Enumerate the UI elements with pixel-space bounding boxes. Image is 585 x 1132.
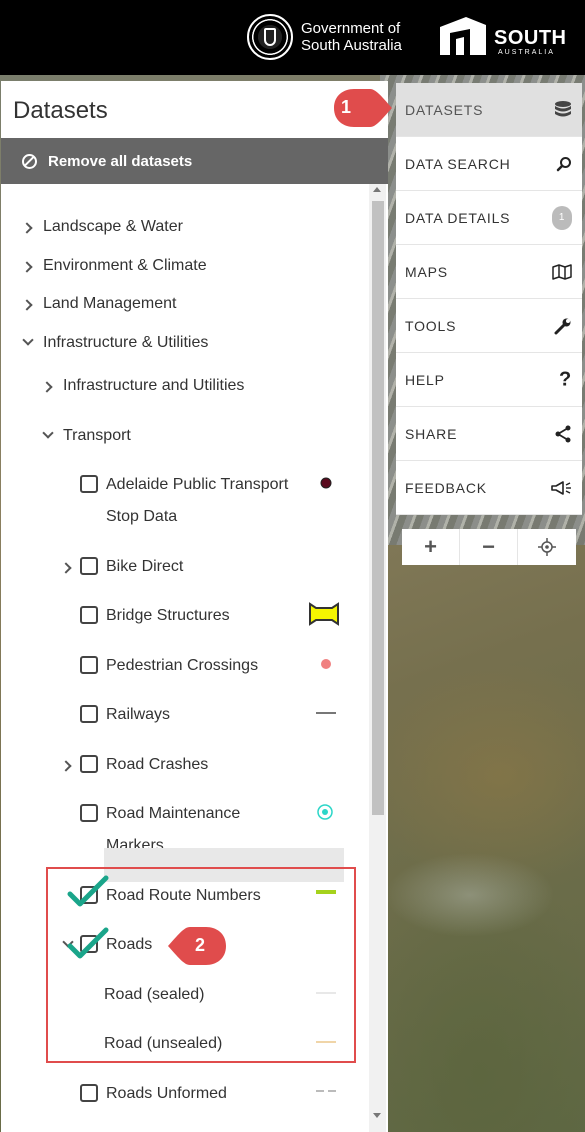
nav-maps-label: MAPS: [405, 263, 448, 280]
panel-title: Datasets: [13, 97, 108, 124]
layer-bridge-structures[interactable]: Bridge Structures: [106, 607, 230, 625]
ban-icon: [22, 153, 37, 169]
layer-roads-unformed[interactable]: Roads Unformed: [106, 1085, 227, 1103]
nav-share[interactable]: SHARE: [396, 407, 582, 461]
scrollbar-thumb[interactable]: [372, 201, 384, 815]
map-icon: [552, 263, 572, 280]
layer-adelaide-public-transport-line2[interactable]: Stop Data: [106, 508, 177, 526]
layer-checkbox[interactable]: [80, 804, 98, 822]
crosshair-icon: [538, 538, 556, 556]
layer-pedestrian-crossings[interactable]: Pedestrian Crossings: [106, 657, 258, 675]
layer-checkbox[interactable]: [80, 557, 98, 575]
scroll-down-arrow-icon[interactable]: [373, 1113, 381, 1118]
layer-checkbox[interactable]: [80, 475, 98, 493]
nav-data-search[interactable]: DATA SEARCH: [396, 137, 582, 191]
nav-tools[interactable]: TOOLS: [396, 299, 582, 353]
layer-checkbox[interactable]: [80, 656, 98, 674]
zoom-out-button[interactable]: −: [460, 529, 518, 565]
layer-railways[interactable]: Railways: [106, 706, 170, 724]
government-seal-logo: [247, 14, 293, 60]
gov-line-2: South Australia: [301, 37, 402, 54]
brand-text: SOUTH: [494, 27, 567, 49]
nav-data-search-label: DATA SEARCH: [405, 155, 511, 172]
zoom-controls: + −: [402, 529, 576, 565]
wrench-icon: [554, 318, 571, 334]
checkmark-icon: [67, 875, 109, 907]
callout-2-number: 2: [194, 935, 205, 955]
checkmark-icon: [67, 927, 109, 959]
nav-help[interactable]: HELP ?: [396, 353, 582, 407]
search-icon: [556, 156, 571, 171]
dashed-line-legend-icon: [316, 1090, 336, 1092]
nav-feedback[interactable]: FEEDBACK: [396, 461, 582, 515]
south-australia-logo: SOUTH AUSTRALIA: [436, 15, 576, 61]
layer-checkbox[interactable]: [80, 606, 98, 624]
side-nav-menu: DATASETS DATA SEARCH DATA DETAILS 1 MAPS…: [396, 83, 582, 515]
dot-legend-icon: [320, 477, 332, 489]
pink-dot-legend-icon: [321, 659, 331, 669]
bridge-legend-icon: [309, 602, 339, 626]
callout-1-number: 1: [340, 97, 351, 117]
subcategory-transport[interactable]: Transport: [63, 427, 131, 445]
category-landscape-water[interactable]: Landscape & Water: [43, 218, 183, 236]
remove-all-datasets-button[interactable]: Remove all datasets: [1, 138, 388, 184]
question-icon: ?: [558, 368, 572, 390]
locate-button[interactable]: [518, 529, 576, 565]
sa-brand-mark-icon: [440, 17, 486, 55]
nav-tools-label: TOOLS: [405, 317, 457, 334]
nav-datasets[interactable]: DATASETS: [396, 83, 582, 137]
layer-road-crashes[interactable]: Road Crashes: [106, 756, 208, 774]
top-header: Government of South Australia SOUTH AUST…: [0, 0, 585, 75]
layer-checkbox[interactable]: [80, 755, 98, 773]
nav-datasets-label: DATASETS: [405, 101, 484, 118]
scroll-up-arrow-icon[interactable]: [373, 187, 381, 192]
megaphone-icon: [551, 480, 571, 495]
category-land-management[interactable]: Land Management: [43, 295, 176, 313]
layer-road-maintenance-markers[interactable]: Road Maintenance: [106, 805, 240, 823]
nav-data-details-label: DATA DETAILS: [405, 209, 511, 226]
zoom-in-button[interactable]: +: [402, 529, 460, 565]
target-legend-icon: [317, 804, 333, 820]
share-icon: [555, 425, 571, 442]
line-legend-icon: [316, 712, 336, 714]
database-icon: [555, 100, 571, 116]
subcategory-infrastructure-utilities[interactable]: Infrastructure and Utilities: [63, 377, 244, 395]
nav-help-label: HELP: [405, 371, 445, 388]
government-title: Government of South Australia: [301, 20, 402, 54]
nav-maps[interactable]: MAPS: [396, 245, 582, 299]
gov-line-1: Government of: [301, 20, 401, 37]
category-infrastructure-utilities[interactable]: Infrastructure & Utilities: [43, 334, 208, 352]
layer-adelaide-public-transport[interactable]: Adelaide Public Transport: [106, 476, 288, 494]
layer-checkbox[interactable]: [80, 705, 98, 723]
data-details-count-badge: 1: [552, 205, 572, 230]
remove-all-label: Remove all datasets: [48, 152, 193, 170]
layer-checkbox[interactable]: [80, 1084, 98, 1102]
category-environment-climate[interactable]: Environment & Climate: [43, 257, 207, 275]
nav-feedback-label: FEEDBACK: [405, 479, 487, 496]
nav-share-label: SHARE: [405, 425, 458, 442]
layer-bike-direct[interactable]: Bike Direct: [106, 558, 183, 576]
brand-subtext: AUSTRALIA: [498, 49, 555, 56]
nav-data-details[interactable]: DATA DETAILS 1: [396, 191, 582, 245]
